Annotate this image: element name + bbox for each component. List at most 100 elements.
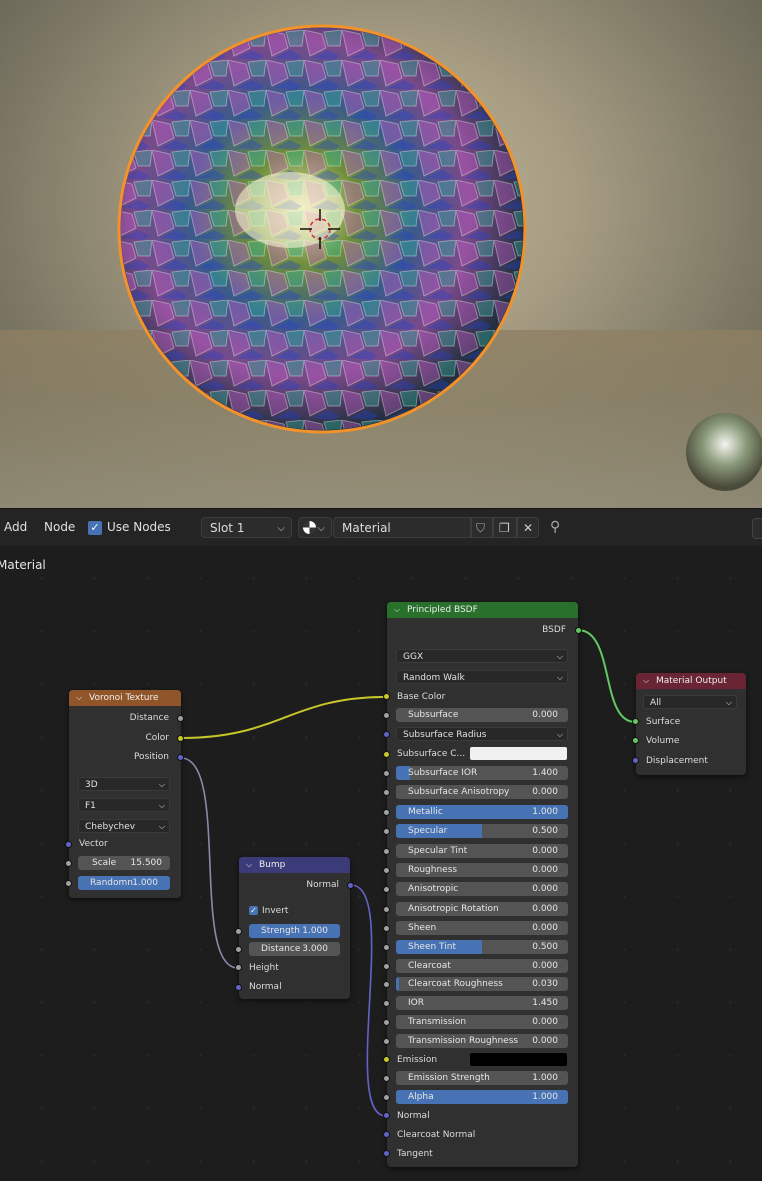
transmission-field[interactable]: Transmission 0.000 bbox=[396, 1015, 568, 1029]
node-header[interactable]: ⌵ Material Output bbox=[636, 673, 746, 689]
invert-checkbox[interactable]: ✓ Invert bbox=[249, 904, 288, 918]
checkbox-icon[interactable]: ✓ bbox=[88, 520, 102, 535]
socket-height[interactable] bbox=[235, 964, 242, 971]
roughness-field[interactable]: Roughness 0.000 bbox=[396, 863, 568, 877]
socket-alpha[interactable] bbox=[383, 1094, 390, 1101]
emission-color-swatch[interactable] bbox=[470, 1053, 567, 1066]
material-name-field[interactable]: Material bbox=[333, 517, 471, 538]
checkbox-icon[interactable]: ✓ bbox=[249, 906, 258, 915]
socket-emission[interactable] bbox=[383, 1056, 390, 1063]
socket-base-color[interactable] bbox=[383, 693, 390, 700]
clearcoat-roughness-field[interactable]: Clearcoat Roughness 0.030 bbox=[396, 977, 568, 991]
fake-user-button[interactable]: ⛉ bbox=[471, 517, 493, 538]
emission-strength-field[interactable]: Emission Strength 1.000 bbox=[396, 1071, 568, 1085]
sheen-tint-field[interactable]: Sheen Tint 0.500 bbox=[396, 940, 568, 954]
socket-volume[interactable] bbox=[632, 737, 639, 744]
randomness-field[interactable]: Randomn 1.000 bbox=[78, 876, 170, 890]
subsurface-field[interactable]: Subsurface 0.000 bbox=[396, 708, 568, 722]
node-header[interactable]: ⌵ Principled BSDF bbox=[387, 602, 578, 618]
socket-scale[interactable] bbox=[65, 860, 72, 867]
scale-field[interactable]: Scale 15.500 bbox=[78, 856, 170, 870]
socket-bsdf[interactable] bbox=[575, 627, 582, 634]
specular-field[interactable]: Specular 0.500 bbox=[396, 824, 568, 838]
socket-specular-tint[interactable] bbox=[383, 848, 390, 855]
voronoi-texture-node[interactable]: ⌵ Voronoi Texture Distance Color Position… bbox=[65, 690, 184, 898]
socket-subsurface-color[interactable] bbox=[383, 751, 390, 758]
socket-subsurface[interactable] bbox=[383, 712, 390, 719]
strength-field[interactable]: Strength 1.000 bbox=[249, 924, 340, 938]
metallic-field[interactable]: Metallic 1.000 bbox=[396, 805, 568, 819]
slot-dropdown[interactable]: Slot 1 ⌵ bbox=[201, 517, 292, 538]
socket-anisotropic-rotation[interactable] bbox=[383, 906, 390, 913]
target-select[interactable]: All ⌵ bbox=[643, 695, 737, 709]
socket-normal-out[interactable] bbox=[347, 882, 354, 889]
3d-viewport[interactable] bbox=[0, 0, 762, 508]
distribution-select[interactable]: GGX ⌵ bbox=[396, 649, 568, 663]
socket-distance[interactable] bbox=[177, 715, 184, 722]
socket-subsurface-ior[interactable] bbox=[383, 770, 390, 777]
socket-metallic[interactable] bbox=[383, 809, 390, 816]
anisotropic-rotation-field[interactable]: Anisotropic Rotation 0.000 bbox=[396, 902, 568, 916]
bump-node[interactable]: ⌵ Bump Normal ✓ Invert Strength 1.000 Dista… bbox=[235, 857, 354, 999]
collapse-chevron-icon[interactable]: ⌵ bbox=[394, 602, 400, 618]
socket-roughness[interactable] bbox=[383, 867, 390, 874]
material-browse-button[interactable]: ⌵ bbox=[298, 517, 332, 538]
node-header[interactable]: ⌵ Voronoi Texture bbox=[69, 690, 181, 706]
clearcoat-field[interactable]: Clearcoat 0.000 bbox=[396, 959, 568, 973]
collapse-chevron-icon[interactable]: ⌵ bbox=[76, 690, 82, 706]
socket-position[interactable] bbox=[177, 754, 184, 761]
pin-icon[interactable]: ⚲ bbox=[550, 509, 560, 546]
principled-bsdf-node[interactable]: ⌵ Principled BSDF BSDF GGX ⌵ Random Walk ⌵ … bbox=[383, 602, 582, 1167]
socket-clearcoat-normal[interactable] bbox=[383, 1131, 390, 1138]
alpha-field[interactable]: Alpha 1.000 bbox=[396, 1090, 568, 1104]
node-editor-canvas[interactable]: Material ⌵ Voronoi Texture Distance Color… bbox=[0, 546, 762, 1181]
socket-clearcoat[interactable] bbox=[383, 963, 390, 970]
socket-tangent[interactable] bbox=[383, 1150, 390, 1157]
socket-distance[interactable] bbox=[235, 946, 242, 953]
anisotropic-field[interactable]: Anisotropic 0.000 bbox=[396, 882, 568, 896]
socket-specular[interactable] bbox=[383, 828, 390, 835]
specular-tint-field[interactable]: Specular Tint 0.000 bbox=[396, 844, 568, 858]
socket-subsurface-anisotropy[interactable] bbox=[383, 789, 390, 796]
distance-field[interactable]: Distance 3.000 bbox=[249, 942, 340, 956]
material-output-node[interactable]: ⌵ Material Output All ⌵ Surface Volume Dis… bbox=[632, 673, 746, 775]
add-menu[interactable]: Add bbox=[4, 509, 27, 546]
new-material-button[interactable]: ❐ bbox=[493, 517, 517, 538]
socket-strength[interactable] bbox=[235, 928, 242, 935]
socket-clearcoat-roughness[interactable] bbox=[383, 981, 390, 988]
socket-randomness[interactable] bbox=[65, 880, 72, 887]
socket-sheen-tint[interactable] bbox=[383, 944, 390, 951]
socket-normal-in[interactable] bbox=[235, 984, 242, 991]
collapse-chevron-icon[interactable]: ⌵ bbox=[643, 673, 649, 689]
header-overflow-button[interactable] bbox=[752, 518, 762, 539]
dimensions-select[interactable]: 3D ⌵ bbox=[78, 777, 170, 791]
output-normal: Normal bbox=[306, 880, 339, 890]
subsurface-color-swatch[interactable] bbox=[470, 747, 567, 760]
socket-emission-strength[interactable] bbox=[383, 1075, 390, 1082]
transmission-roughness-field[interactable]: Transmission Roughness 0.000 bbox=[396, 1034, 568, 1048]
socket-normal[interactable] bbox=[383, 1112, 390, 1119]
ior-field[interactable]: IOR 1.450 bbox=[396, 996, 568, 1010]
subsurface-anisotropy-field[interactable]: Subsurface Anisotropy 0.000 bbox=[396, 785, 568, 799]
node-menu[interactable]: Node bbox=[44, 509, 75, 546]
socket-color[interactable] bbox=[177, 735, 184, 742]
unlink-button[interactable]: ✕ bbox=[517, 517, 539, 538]
sheen-field[interactable]: Sheen 0.000 bbox=[396, 921, 568, 935]
subsurface-method-select[interactable]: Random Walk ⌵ bbox=[396, 670, 568, 684]
node-header[interactable]: ⌵ Bump bbox=[239, 857, 350, 873]
subsurface-ior-field[interactable]: Subsurface IOR 1.400 bbox=[396, 766, 568, 780]
socket-anisotropic[interactable] bbox=[383, 886, 390, 893]
socket-subsurface-radius[interactable] bbox=[383, 731, 390, 738]
metric-select[interactable]: Chebychev ⌵ bbox=[78, 819, 170, 833]
subsurface-radius-select[interactable]: Subsurface Radius ⌵ bbox=[396, 727, 568, 741]
socket-ior[interactable] bbox=[383, 1000, 390, 1007]
socket-transmission[interactable] bbox=[383, 1019, 390, 1026]
socket-surface[interactable] bbox=[632, 718, 639, 725]
socket-displacement[interactable] bbox=[632, 757, 639, 764]
collapse-chevron-icon[interactable]: ⌵ bbox=[246, 857, 252, 873]
use-nodes-toggle[interactable]: ✓ Use Nodes bbox=[88, 509, 171, 546]
socket-vector[interactable] bbox=[65, 841, 72, 848]
socket-sheen[interactable] bbox=[383, 925, 390, 932]
feature-select[interactable]: F1 ⌵ bbox=[78, 798, 170, 812]
socket-transmission-roughness[interactable] bbox=[383, 1038, 390, 1045]
